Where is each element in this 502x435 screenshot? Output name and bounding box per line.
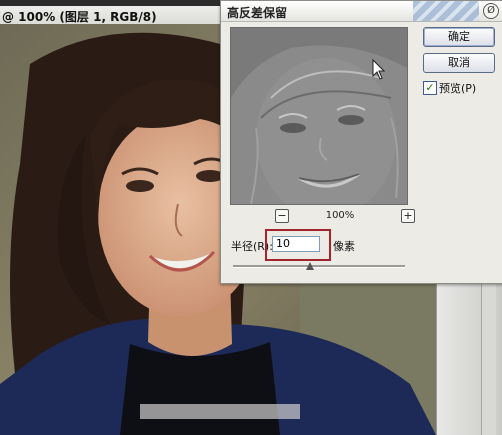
- zoom-in-button[interactable]: +: [401, 209, 415, 223]
- window-top-edge: [0, 0, 230, 6]
- high-pass-preview-image: [231, 28, 407, 204]
- close-icon[interactable]: Ø: [483, 3, 499, 19]
- preview-checkbox[interactable]: ✓: [423, 81, 437, 95]
- ok-button[interactable]: 确定: [423, 27, 495, 47]
- dialog-title: 高反差保留: [227, 6, 288, 20]
- titlebar-decoration: [413, 1, 479, 21]
- filter-preview-pane[interactable]: [230, 27, 408, 205]
- scrollbar[interactable]: [481, 280, 496, 435]
- preview-label: 预览(P): [439, 82, 477, 95]
- radius-unit-label: 像素: [333, 240, 355, 253]
- document-title: @ 100% (图层 1, RGB/8): [2, 10, 157, 24]
- radius-input[interactable]: [272, 236, 320, 252]
- radius-slider-thumb[interactable]: [306, 262, 315, 270]
- document-titlebar[interactable]: @ 100% (图层 1, RGB/8): [0, 0, 230, 25]
- cancel-button[interactable]: 取消: [423, 53, 495, 73]
- zoom-level: 100%: [325, 210, 355, 221]
- dialog-titlebar[interactable]: 高反差保留 Ø: [221, 1, 502, 22]
- zoom-controls: − 100% +: [269, 209, 415, 223]
- check-icon: ✓: [425, 81, 435, 94]
- zoom-out-button[interactable]: −: [275, 209, 289, 223]
- radius-slider-track[interactable]: [233, 265, 405, 268]
- panel-edge: [436, 280, 502, 435]
- high-pass-dialog: 高反差保留 Ø − 100% + 确定 取消 ✓ 预览(P) 半径(R): 10…: [220, 0, 502, 284]
